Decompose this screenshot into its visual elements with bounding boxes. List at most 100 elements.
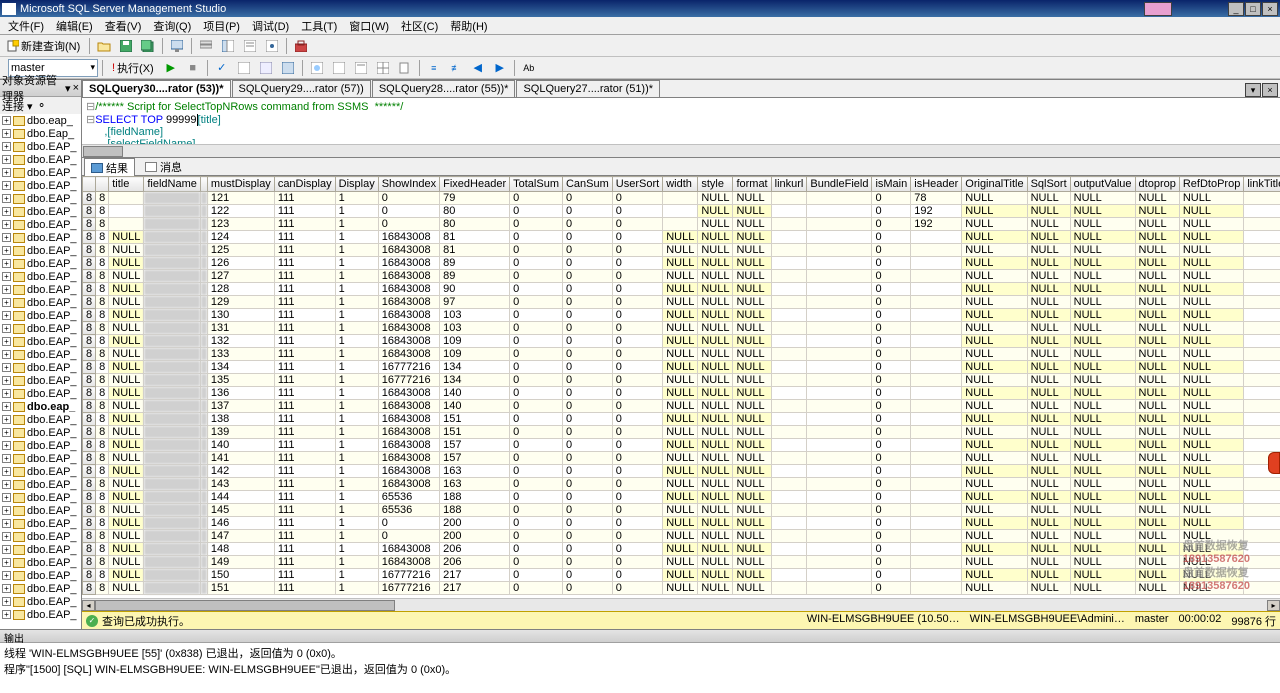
grid-cell[interactable]: 157 (440, 452, 510, 465)
table-row[interactable]: 88NULL143111116843008163000NULLNULLNULL0… (83, 478, 1280, 491)
grid-cell[interactable] (144, 361, 201, 374)
grid-cell[interactable] (807, 582, 872, 595)
grid-cell[interactable]: 111 (274, 283, 335, 296)
grid-cell[interactable] (200, 504, 207, 517)
grid-cell[interactable]: 134 (440, 374, 510, 387)
grid-cell[interactable] (911, 244, 962, 257)
table-row[interactable]: 88NULL137111116843008140000NULLNULLNULL0… (83, 400, 1280, 413)
activity-monitor-button[interactable] (167, 37, 187, 55)
grid-cell[interactable] (200, 283, 207, 296)
grid-cell[interactable]: 0 (562, 309, 612, 322)
expand-icon[interactable]: + (2, 337, 11, 346)
grid-cell[interactable]: 134 (207, 361, 274, 374)
grid-cell[interactable] (200, 465, 207, 478)
grid-cell[interactable]: 129 (207, 296, 274, 309)
grid-cell[interactable]: 89 (440, 257, 510, 270)
grid-cell[interactable]: NULL (663, 361, 698, 374)
grid-cell[interactable]: NULL (962, 478, 1027, 491)
grid-cell[interactable]: NULL (663, 582, 698, 595)
row-header[interactable]: 8 (83, 374, 96, 387)
grid-cell[interactable]: 1 (335, 517, 378, 530)
grid-cell[interactable]: NULL (1070, 361, 1135, 374)
grid-cell[interactable]: 0 (872, 452, 911, 465)
grid-cell[interactable]: 0 (872, 465, 911, 478)
table-row[interactable]: 88NULL132111116843008109000NULLNULLNULL0… (83, 335, 1280, 348)
grid-cell[interactable]: 0 (872, 413, 911, 426)
grid-cell[interactable]: 1 (335, 556, 378, 569)
grid-cell[interactable]: NULL (1135, 543, 1179, 556)
grid-cell[interactable] (144, 478, 201, 491)
grid-cell[interactable] (1244, 231, 1280, 244)
grid-cell[interactable]: NULL (1135, 465, 1179, 478)
grid-cell[interactable]: NULL (733, 452, 771, 465)
grid-cell[interactable]: NULL (109, 465, 144, 478)
grid-cell[interactable]: 0 (510, 335, 563, 348)
grid-cell[interactable] (911, 439, 962, 452)
results-grid[interactable]: titlefieldNamemustDisplaycanDisplayDispl… (82, 176, 1280, 598)
grid-cell[interactable]: 79 (440, 192, 510, 205)
grid-cell[interactable]: NULL (109, 413, 144, 426)
grid-cell[interactable]: 1 (335, 452, 378, 465)
grid-cell[interactable]: NULL (698, 387, 733, 400)
grid-cell[interactable]: 8 (96, 387, 109, 400)
grid-cell[interactable]: 0 (872, 582, 911, 595)
grid-cell[interactable]: 0 (872, 439, 911, 452)
grid-cell[interactable] (1244, 348, 1280, 361)
grid-cell[interactable]: NULL (698, 257, 733, 270)
grid-cell[interactable]: NULL (1135, 504, 1179, 517)
grid-cell[interactable]: NULL (1135, 257, 1179, 270)
row-header[interactable]: 8 (83, 270, 96, 283)
grid-cell[interactable] (144, 517, 201, 530)
grid-cell[interactable]: NULL (1070, 231, 1135, 244)
row-header[interactable]: 8 (83, 400, 96, 413)
row-header[interactable]: 8 (83, 491, 96, 504)
grid-cell[interactable] (1244, 387, 1280, 400)
grid-cell[interactable] (911, 543, 962, 556)
grid-cell[interactable]: NULL (1027, 231, 1070, 244)
row-header[interactable]: 8 (83, 556, 96, 569)
grid-cell[interactable]: NULL (698, 543, 733, 556)
grid-cell[interactable]: 0 (872, 530, 911, 543)
grid-cell[interactable]: 0 (872, 348, 911, 361)
actual-plan-button[interactable] (307, 59, 327, 77)
tree-node[interactable]: +dbo.EAP_ (0, 257, 81, 270)
table-row[interactable]: 88NULL12911111684300897000NULLNULLNULL0N… (83, 296, 1280, 309)
grid-cell[interactable]: 111 (274, 452, 335, 465)
grid-cell[interactable]: 0 (872, 426, 911, 439)
grid-cell[interactable]: 0 (872, 478, 911, 491)
grid-cell[interactable]: 0 (872, 569, 911, 582)
grid-cell[interactable]: 0 (510, 452, 563, 465)
grid-cell[interactable]: 0 (510, 543, 563, 556)
tree-node[interactable]: +dbo.eap_ (0, 400, 81, 413)
scroll-right-arrow[interactable]: ▸ (1267, 600, 1280, 611)
grid-cell[interactable]: NULL (1135, 335, 1179, 348)
grid-cell[interactable] (200, 244, 207, 257)
grid-cell[interactable] (200, 413, 207, 426)
grid-cell[interactable] (144, 426, 201, 439)
grid-cell[interactable] (1244, 205, 1280, 218)
table-row[interactable]: 881231111080000NULLNULL0192NULLNULLNULLN… (83, 218, 1280, 231)
grid-cell[interactable] (200, 439, 207, 452)
grid-cell[interactable]: NULL (1070, 517, 1135, 530)
scroll-thumb[interactable] (95, 600, 395, 611)
grid-cell[interactable] (807, 205, 872, 218)
row-header[interactable]: 8 (83, 361, 96, 374)
grid-cell[interactable]: NULL (109, 387, 144, 400)
table-row[interactable]: 88NULL12511111684300881000NULLNULLNULL0N… (83, 244, 1280, 257)
tree-node[interactable]: +dbo.EAP_ (0, 296, 81, 309)
grid-cell[interactable] (144, 439, 201, 452)
grid-cell[interactable] (1244, 296, 1280, 309)
grid-cell[interactable]: 0 (872, 543, 911, 556)
grid-cell[interactable] (109, 192, 144, 205)
grid-cell[interactable]: 0 (562, 569, 612, 582)
tree-node[interactable]: +dbo.EAP_ (0, 179, 81, 192)
grid-cell[interactable]: 0 (562, 348, 612, 361)
table-row[interactable]: 88NULL141111116843008157000NULLNULLNULL0… (83, 452, 1280, 465)
template-explorer-button[interactable] (240, 37, 260, 55)
grid-cell[interactable] (771, 192, 807, 205)
table-row[interactable]: 88NULL131111116843008103000NULLNULLNULL0… (83, 322, 1280, 335)
column-header[interactable]: title (109, 177, 144, 192)
grid-cell[interactable]: NULL (1135, 439, 1179, 452)
grid-cell[interactable] (771, 556, 807, 569)
grid-cell[interactable]: 0 (562, 400, 612, 413)
